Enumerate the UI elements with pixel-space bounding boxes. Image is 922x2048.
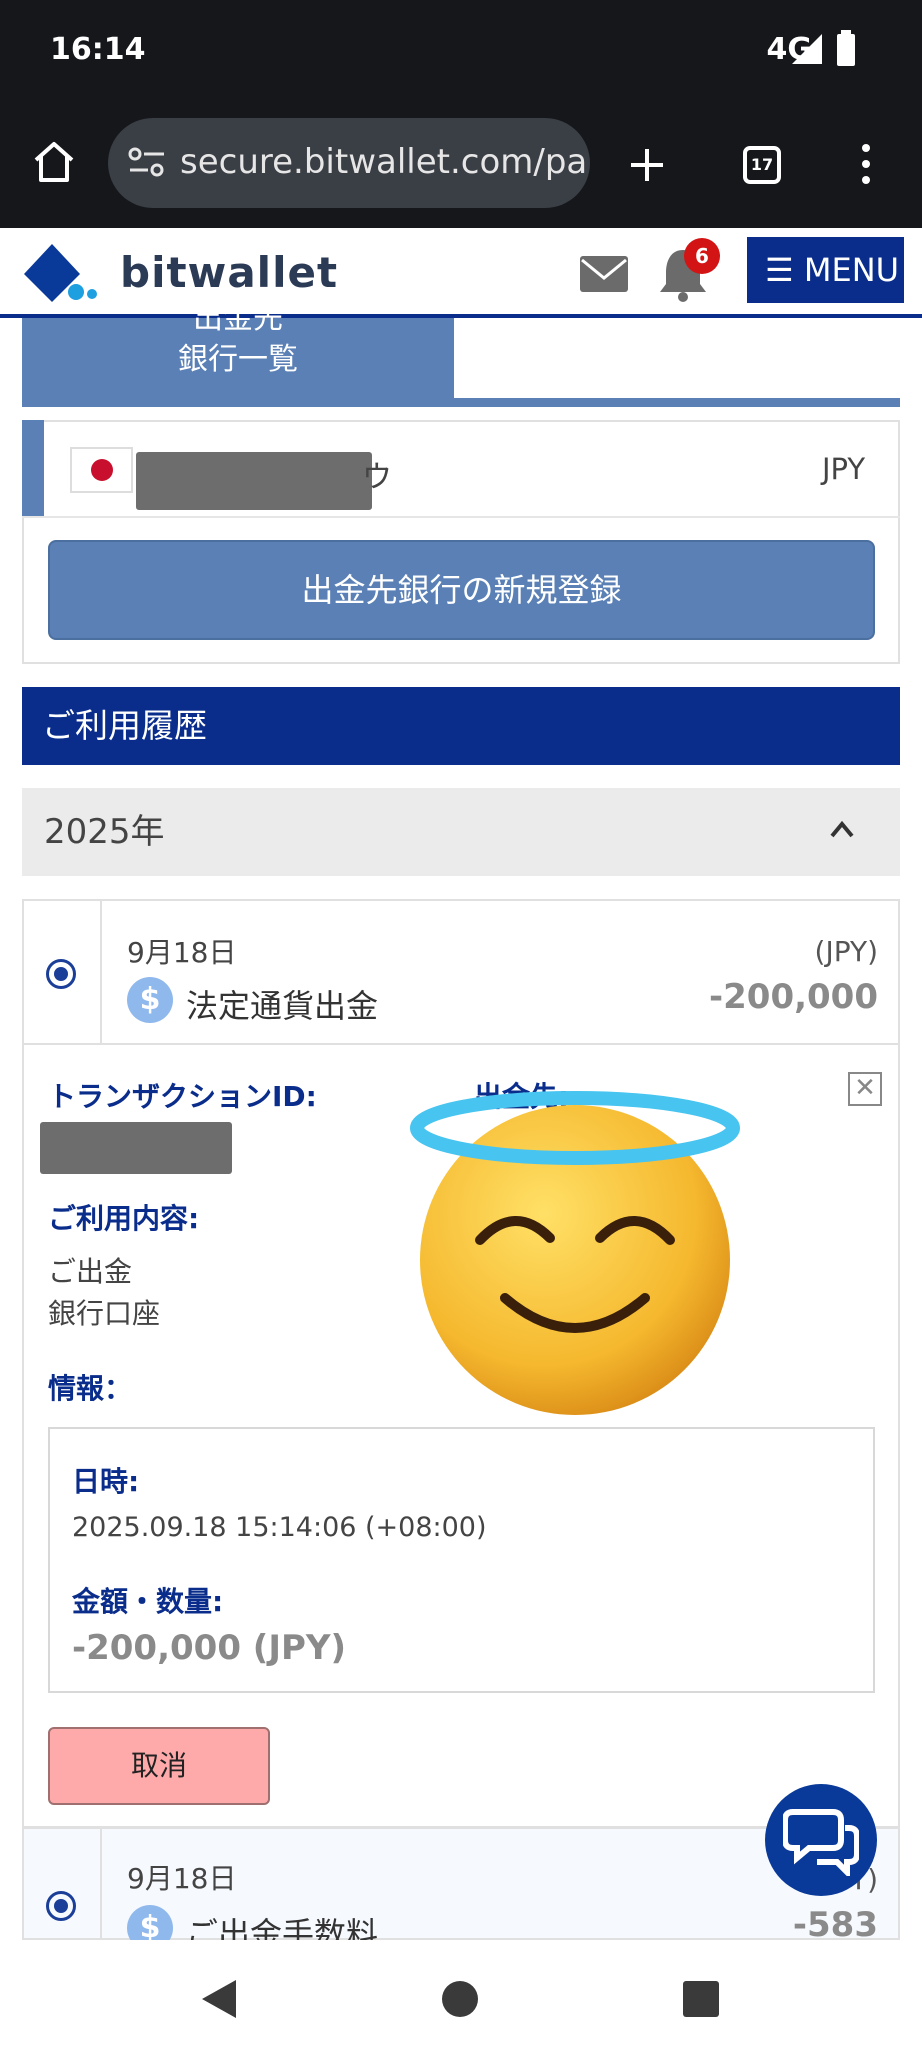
halo-smile-emoji-icon: [410, 1091, 740, 1415]
transaction-date: 9月18日: [127, 936, 237, 969]
tab-underline: [22, 398, 900, 407]
new-tab-icon[interactable]: [627, 145, 667, 185]
usage-line1: ご出金: [48, 1255, 133, 1288]
transaction-type: 法定通貨出金: [186, 987, 379, 1025]
divider: [22, 516, 900, 518]
redacted-transaction-id: [40, 1122, 232, 1174]
status-bar: 16:14 4G: [0, 0, 922, 100]
year-label: 2025年: [44, 812, 165, 852]
menu-button[interactable]: ☰ MENU: [747, 237, 904, 303]
amount-label: 金額・数量:: [72, 1585, 224, 1618]
bank-name-suffix: ウ: [362, 460, 392, 495]
logo-text[interactable]: bitwallet: [120, 248, 338, 297]
menu-label: MENU: [803, 251, 900, 289]
datetime-label: 日時:: [72, 1465, 140, 1498]
bank-row-selected-accent: [22, 420, 44, 516]
chat-bubbles-icon: [783, 1809, 859, 1876]
datetime-value: 2025.09.18 15:14:06 (+08:00): [72, 1512, 487, 1543]
redacted-bank-name: [136, 452, 372, 510]
mail-icon[interactable]: [580, 256, 628, 292]
home-nav-icon[interactable]: [441, 1980, 479, 2018]
info-label: 情報：: [48, 1372, 133, 1405]
usage-line2: 銀行口座: [48, 1297, 161, 1330]
year-accordion-header[interactable]: 2025年: [22, 788, 900, 876]
usage-label: ご利用内容:: [48, 1202, 200, 1235]
url-text: secure.bitwallet.com/pa: [180, 142, 588, 182]
chat-support-button[interactable]: [765, 1784, 877, 1896]
japan-flag-icon: [70, 447, 133, 493]
url-bar[interactable]: secure.bitwallet.com/pa: [108, 118, 590, 208]
menu-hamburger-icon: ☰: [765, 251, 794, 289]
history-title: ご利用履歴: [22, 687, 900, 765]
tab-label-line1: 出金先: [193, 304, 283, 334]
close-icon[interactable]: ✕: [848, 1072, 882, 1106]
signal-icon: [792, 34, 822, 64]
status-time: 16:14: [50, 32, 146, 67]
transaction-amount: -200,000: [709, 977, 878, 1017]
transaction-row[interactable]: 9月18日 $ 法定通貨出金 (JPY) -200,000: [22, 899, 900, 1045]
radio-selected[interactable]: [46, 1891, 76, 1921]
system-nav-bar: [0, 1940, 922, 2048]
tab-switcher-button[interactable]: 17: [743, 146, 781, 184]
transaction-id-label: トランザクションID:: [48, 1080, 317, 1113]
transaction-currency: (JPY): [814, 935, 878, 968]
battery-icon: [837, 30, 855, 66]
home-icon[interactable]: [32, 140, 76, 184]
radio-selected[interactable]: [46, 959, 76, 989]
chevron-up-icon[interactable]: [830, 820, 854, 838]
bitwallet-logo-icon[interactable]: [24, 244, 100, 304]
browser-toolbar: secure.bitwallet.com/pa 17: [0, 100, 922, 228]
cancel-button[interactable]: 取消: [48, 1727, 270, 1805]
notification-badge: 6: [684, 238, 720, 274]
recents-icon[interactable]: [683, 1981, 719, 2017]
tab-label-line2: 銀行一覧: [178, 342, 298, 377]
dollar-coin-icon: $: [127, 977, 173, 1023]
bank-currency: JPY: [822, 452, 866, 486]
transaction-amount: -583: [792, 1905, 878, 1945]
back-icon[interactable]: [202, 1980, 236, 2018]
tab-bank-list[interactable]: 出金先 銀行一覧: [22, 304, 454, 400]
more-menu-icon[interactable]: [860, 142, 872, 186]
transaction-date: 9月18日: [127, 1862, 237, 1895]
amount-value: -200,000 (JPY): [72, 1628, 347, 1668]
register-bank-button[interactable]: 出金先銀行の新規登録: [48, 540, 875, 640]
site-settings-icon[interactable]: [128, 146, 166, 180]
